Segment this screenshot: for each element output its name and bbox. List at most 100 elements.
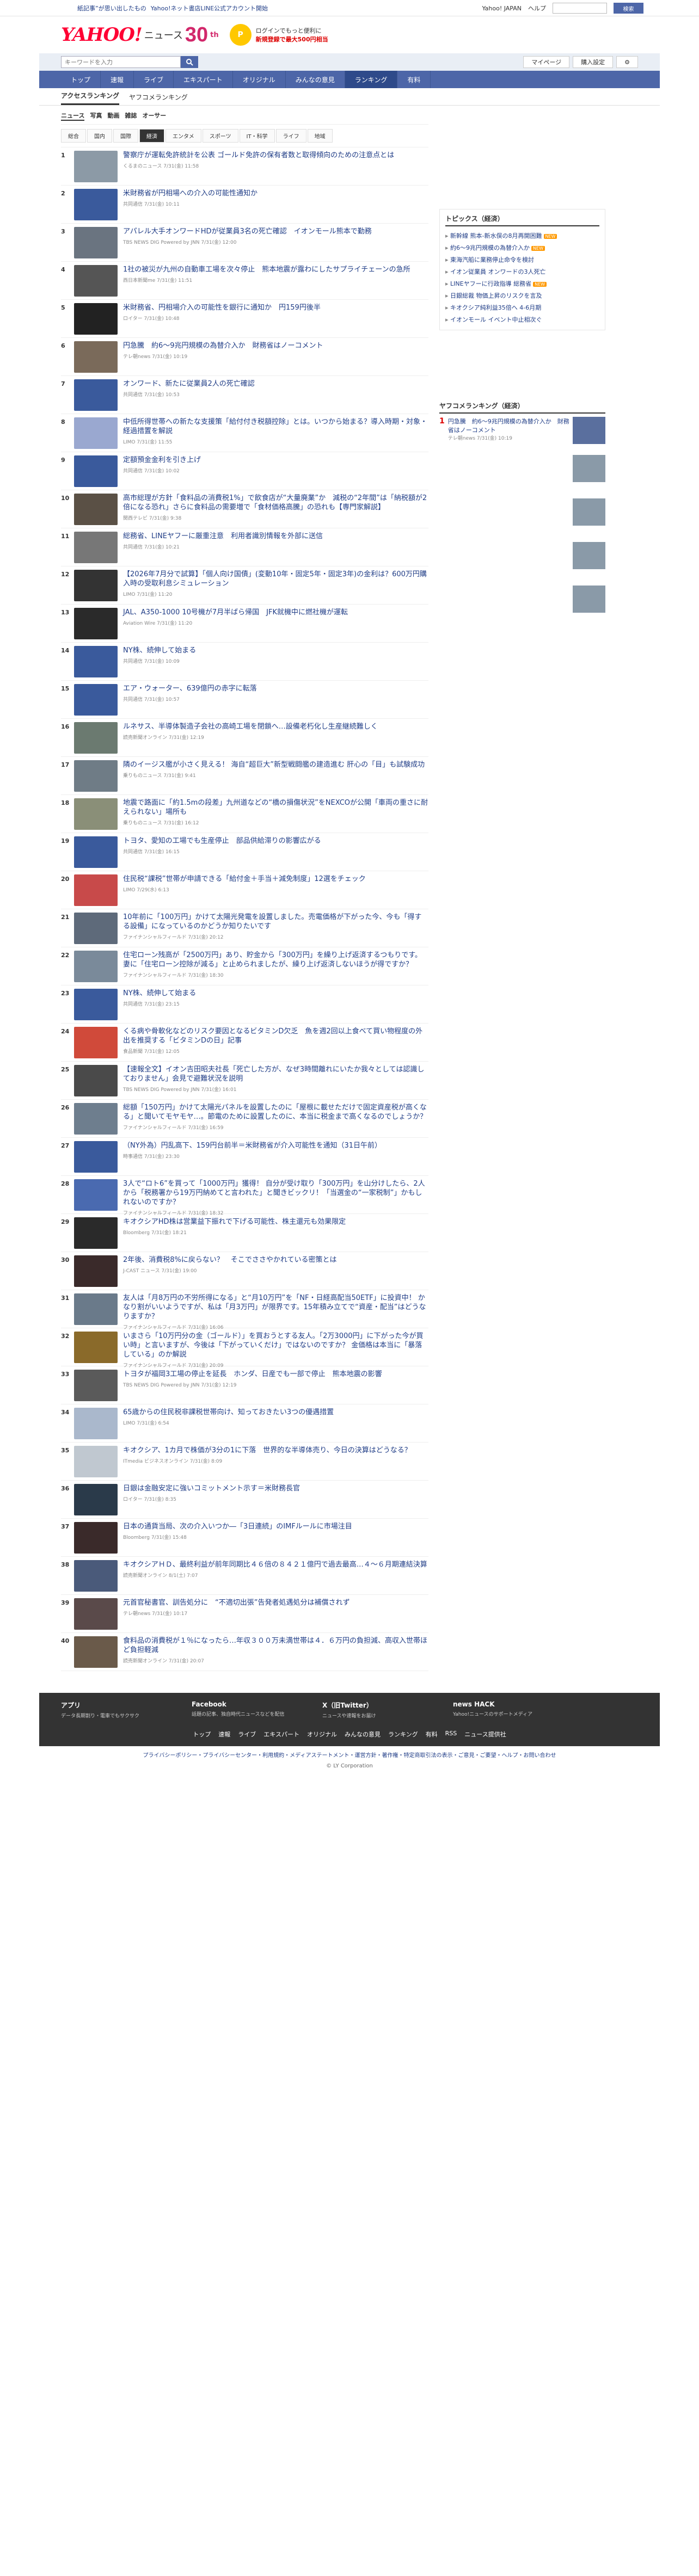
top-search-button[interactable]: 検索: [614, 3, 643, 14]
genre-life[interactable]: ライフ: [275, 129, 306, 143]
article-title[interactable]: トヨタ、愛知の工場でも生産停止 部品供給滞りの影響広がる: [123, 836, 428, 846]
genre-domestic[interactable]: 国内: [87, 129, 112, 143]
list-item[interactable]: 6 円急騰 約6～9兆円規模の為替介入か 財務省はノーコメント テレ朝news 7/…: [61, 338, 428, 376]
search-input[interactable]: [61, 56, 181, 68]
article-title[interactable]: 日銀は金融安定に強いコミットメント示す＝米財務長官: [123, 1484, 428, 1493]
article-title[interactable]: くる病や骨軟化などのリスク要因となるビタミンD欠乏 魚を週2回以上食べて買い物程…: [123, 1027, 428, 1045]
footer-nav-item[interactable]: 有料: [426, 1730, 438, 1739]
list-item[interactable]: 38 キオクシアＨＤ、最終利益が前年同期比４６倍の８４２１億円で過去最高…４～６月…: [61, 1557, 428, 1595]
cat-magazine[interactable]: 雑誌: [125, 111, 137, 121]
tab-access-ranking[interactable]: アクセスランキング: [61, 91, 120, 105]
article-thumbnail[interactable]: [74, 1446, 118, 1477]
list-item[interactable]: 7 オンワード、新たに従業員2人の死亡確認 共同通信 7/31(金) 10:53: [61, 376, 428, 414]
article-title[interactable]: 米財務省が円相場への介入の可能性通知か: [123, 189, 428, 198]
list-item[interactable]: 18 地震で路面に「約1.5mの段差」九州道などの“橋の損傷状況”をNEXCOが公…: [61, 795, 428, 833]
article-thumbnail[interactable]: [74, 951, 118, 982]
list-item[interactable]: 35 キオクシア、1カ月で株価が3分の1に下落 世界的な半導体売り、今日の決算はど…: [61, 1443, 428, 1481]
article-thumbnail[interactable]: [74, 1179, 118, 1211]
gnav-breaking[interactable]: 速報: [101, 71, 134, 88]
list-item[interactable]: 16 ルネサス、半導体製造子会社の高崎工場を閉鎖へ…設備老朽化し生産継続難しく 読売…: [61, 719, 428, 757]
article-thumbnail[interactable]: [74, 1408, 118, 1439]
list-item[interactable]: 34 65歳からの住民税非課税世帯向け、知っておきたい3つの優遇措置 LIMO 7/…: [61, 1404, 428, 1443]
article-title[interactable]: 円急騰 約6～9兆円規模の為替介入か 財務省はノーコメント: [123, 341, 428, 350]
article-title[interactable]: NY株、続伸して始まる: [123, 646, 428, 655]
footer-app[interactable]: news HACK Yahoo!ニュースのサポートメディア: [453, 1700, 567, 1719]
article-title[interactable]: JAL、A350-1000 10号機が7月半ばら帰国 JFK就機中に燃社機が運転: [123, 608, 428, 617]
article-thumbnail[interactable]: [74, 608, 118, 639]
list-item[interactable]: 33 トヨタが福岡3工場の停止を延長 ホンダ、日産でも一部で停止 熊本地震の影響 T…: [61, 1366, 428, 1404]
footer-nav-item[interactable]: みんなの意見: [345, 1730, 381, 1739]
list-item[interactable]: 12 【2026年7月分で試算】「個人向け国債」(変動10年・固定5年・固定3年)…: [61, 566, 428, 605]
footer-nav-item[interactable]: 速報: [218, 1730, 230, 1739]
article-thumbnail[interactable]: [74, 494, 118, 525]
top-link-1[interactable]: 紙記事”が思い出したもの: [77, 4, 146, 13]
gear-icon[interactable]: ⚙: [616, 56, 638, 68]
article-title[interactable]: 警察庁が運転免許統計を公表 ゴールド免許の保有者数と取得傾向のための注意点とは: [123, 151, 428, 160]
yahoo-news-logo[interactable]: YAHOO! ニュース 30 th: [61, 23, 219, 47]
article-thumbnail[interactable]: [74, 227, 118, 258]
topic-item[interactable]: 新幹線 熊本-新水俣の8月再開困難NEW: [445, 230, 599, 242]
list-item[interactable]: 36 日銀は金融安定に強いコミットメント示す＝米財務長官 ロイター 7/31(金) …: [61, 1481, 428, 1519]
article-title[interactable]: 中低所得世帯への新たな支援策「給付付き税額控除」とは。いつから始まる？導入時期・…: [123, 417, 428, 436]
cat-photo[interactable]: 写真: [90, 111, 102, 121]
search-icon[interactable]: [181, 56, 198, 68]
gnav-paid[interactable]: 有料: [397, 71, 431, 88]
list-item[interactable]: 8 中低所得世帯への新たな支援策「給付付き税額控除」とは。いつから始まる？導入時期…: [61, 414, 428, 452]
footer-nav-item[interactable]: トップ: [193, 1730, 211, 1739]
gnav-expert[interactable]: エキスパート: [174, 71, 233, 88]
genre-all[interactable]: 総合: [61, 129, 86, 143]
article-title[interactable]: 日本の通貨当局、次の介入いつか―「3日連続」のIMFルールに市場注目: [123, 1522, 428, 1531]
list-item[interactable]: 2 米財務省が円相場への介入の可能性通知か 共同通信 7/31(金) 10:11: [61, 186, 428, 224]
top-search-input[interactable]: [553, 3, 607, 14]
list-item[interactable]: 11 総務省、LINEヤフーに厳重注意 利用者識別情報を外部に送信 共同通信 7/3…: [61, 528, 428, 566]
article-title[interactable]: 住民税“課税”世帯が申請できる「給付金＋手当＋減免制度」12選をチェック: [123, 874, 428, 884]
article-title[interactable]: オンワード、新たに従業員2人の死亡確認: [123, 379, 428, 389]
article-title[interactable]: （NY外為）円乱高下、159円台前半＝米財務省が介入可能性を通知（31日午前）: [123, 1141, 428, 1150]
help-link[interactable]: ヘルプ: [528, 4, 546, 13]
article-title[interactable]: 3人で“ロト6”を買って「1000万円」獲得！ 自分が受け取り「300万円」を山…: [123, 1179, 428, 1207]
login-promo[interactable]: P ログインでもっと便利に 新規登録で最大500円相当: [229, 24, 328, 46]
article-thumbnail[interactable]: [74, 1065, 118, 1096]
footer-app[interactable]: アプリ データ長期割り・電車でもサクサク: [61, 1700, 175, 1719]
article-thumbnail[interactable]: [74, 1560, 118, 1592]
article-title[interactable]: 1社の被災が九州の自動車工場を次々停止 熊本地震が露わにしたサプライチェーンの急…: [123, 265, 428, 274]
topic-item[interactable]: 約6～9兆円規模の為替介入かNEW: [445, 242, 599, 254]
my-page-button[interactable]: マイページ: [523, 56, 570, 68]
genre-business[interactable]: 経済: [139, 129, 164, 143]
cat-author[interactable]: オーサー: [142, 111, 166, 121]
cat-news[interactable]: ニュース: [61, 111, 85, 121]
article-thumbnail[interactable]: [74, 1217, 118, 1249]
article-title[interactable]: 【2026年7月分で試算】「個人向け国債」(変動10年・固定5年・固定3年)の金…: [123, 570, 428, 588]
footer-nav-item[interactable]: ニュース提供社: [464, 1730, 506, 1739]
list-item[interactable]: 22 住宅ローン残高が「2500万円」あり、貯金から「300万円」を繰り上げ返済す…: [61, 947, 428, 985]
tab-comment-ranking[interactable]: ヤフコメランキング: [129, 93, 188, 105]
article-thumbnail[interactable]: [74, 265, 118, 297]
genre-entertainment[interactable]: エンタメ: [165, 129, 201, 143]
topic-item[interactable]: イオンモール イベント中止相次ぐ: [445, 313, 599, 325]
footer-links[interactable]: プライバシーポリシー・プライバシーセンター・利用規約・メディアステートメント・運…: [39, 1746, 660, 1763]
list-item[interactable]: 5 米財務省、円相場介入の可能性を銀行に通知か 円159円後半 ロイター 7/31(…: [61, 300, 428, 338]
article-title[interactable]: キオクシアHD株は営業益下振れで下げる可能性、株主還元も効果限定: [123, 1217, 428, 1227]
list-item[interactable]: 40 食料品の消費税が１％になったら…年収３００万未満世帯は４．６万円の負担減、高…: [61, 1633, 428, 1671]
article-title[interactable]: 65歳からの住民税非課税世帯向け、知っておきたい3つの優遇措置: [123, 1408, 428, 1417]
list-item[interactable]: 17 隣のイージス艦が小さく見える！ 海自“超巨大”新型戦闘艦の建造進む 肝心の「…: [61, 757, 428, 795]
topic-item[interactable]: 日銀総裁 物価上昇のリスクを言及: [445, 289, 599, 301]
article-thumbnail[interactable]: [74, 760, 118, 792]
footer-nav-item[interactable]: RSS: [445, 1730, 457, 1739]
article-thumbnail[interactable]: [74, 684, 118, 716]
article-title[interactable]: 友人は「月8万円の不労所得になる」と“月10万円”を「NF・日経高配当50ETF…: [123, 1293, 428, 1321]
list-item[interactable]: 27 （NY外為）円乱高下、159円台前半＝米財務省が介入可能性を通知（31日午前…: [61, 1138, 428, 1176]
footer-app[interactable]: X（旧Twitter） ニュースや速報をお届け: [322, 1700, 437, 1719]
side-thumb-4[interactable]: [573, 586, 605, 613]
article-title[interactable]: ルネサス、半導体製造子会社の高崎工場を閉鎖へ…設備老朽化し生産継続難しく: [123, 722, 428, 731]
article-title[interactable]: 【速報全文】イオン吉田昭夫社長「死亡した方が、なぜ3時間離れにいたか我々としては…: [123, 1065, 428, 1083]
genre-local[interactable]: 地域: [307, 129, 333, 143]
list-item[interactable]: 26 総額「150万円」かけて太陽光パネルを設置したのに「屋根に載せただけで固定資…: [61, 1100, 428, 1138]
article-thumbnail[interactable]: [74, 913, 118, 944]
article-title[interactable]: 地震で路面に「約1.5mの段差」九州道などの“橋の損傷状況”をNEXCOが公開「…: [123, 798, 428, 817]
side-thumb-2[interactable]: [573, 498, 605, 526]
article-thumbnail[interactable]: [74, 1522, 118, 1554]
list-item[interactable]: 10 高市総理が方針「食料品の消費税1%」で飲食店が“大量廃業”か 減税の“2年間…: [61, 490, 428, 528]
topic-item[interactable]: LINEヤフーに行政指導 総務省NEW: [445, 278, 599, 289]
list-item[interactable]: 23 NY株、続伸して始まる 共同通信 7/31(金) 23:15: [61, 985, 428, 1024]
